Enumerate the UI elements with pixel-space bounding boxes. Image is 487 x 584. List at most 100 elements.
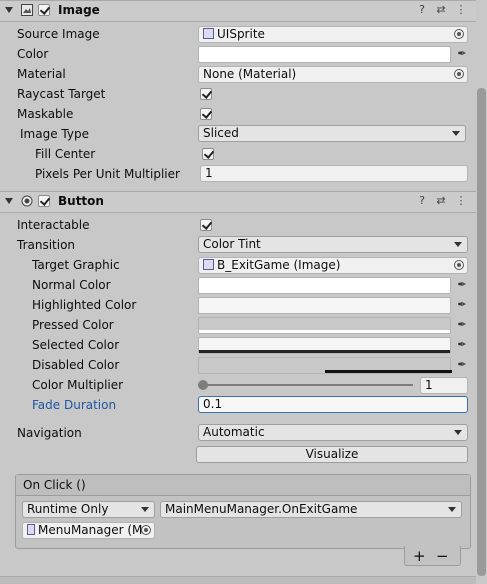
color-multiplier-slider-track[interactable] bbox=[203, 384, 413, 386]
image-type-label: Image Type bbox=[20, 127, 89, 141]
interactable-checkbox[interactable] bbox=[200, 219, 212, 231]
event-object-value: MenuManager (M bbox=[38, 523, 143, 537]
navigation-value: Automatic bbox=[203, 425, 265, 439]
material-value: None (Material) bbox=[203, 67, 297, 81]
target-graphic-field[interactable]: B_ExitGame (Image) bbox=[198, 257, 468, 274]
object-picker-icon[interactable] bbox=[141, 525, 151, 535]
selected-color-swatch[interactable] bbox=[198, 337, 451, 354]
button-component-title: Button bbox=[58, 194, 104, 208]
fade-duration-value: 0.1 bbox=[203, 397, 223, 411]
highlighted-color-swatch[interactable] bbox=[198, 297, 451, 314]
image-icon bbox=[203, 259, 214, 270]
ppu-multiplier-field[interactable]: 1 bbox=[200, 165, 468, 182]
eyedropper-icon[interactable]: ✒ bbox=[455, 338, 469, 352]
pressed-color-swatch[interactable] bbox=[198, 317, 451, 334]
selected-color-label: Selected Color bbox=[32, 338, 120, 352]
raycast-target-label: Raycast Target bbox=[17, 87, 106, 101]
eyedropper-icon[interactable]: ✒ bbox=[455, 298, 469, 312]
alpha-bar bbox=[325, 370, 452, 373]
fade-duration-label: Fade Duration bbox=[32, 398, 117, 412]
chevron-down-icon bbox=[454, 430, 462, 435]
script-icon bbox=[27, 524, 35, 535]
chevron-down-icon bbox=[141, 507, 149, 512]
preset-icon[interactable]: ⇄ bbox=[434, 194, 448, 208]
button-component-header[interactable]: Button ? ⇄ ⋮ bbox=[0, 191, 476, 213]
normal-color-swatch[interactable] bbox=[198, 277, 451, 294]
chevron-down-icon bbox=[448, 507, 456, 512]
sprite-icon bbox=[203, 28, 214, 39]
eyedropper-icon[interactable]: ✒ bbox=[455, 278, 469, 292]
maskable-label: Maskable bbox=[17, 107, 74, 121]
chevron-down-icon bbox=[454, 242, 462, 247]
eyedropper-icon[interactable]: ✒ bbox=[455, 318, 469, 332]
maskable-checkbox[interactable] bbox=[200, 108, 212, 120]
color-swatch[interactable] bbox=[198, 46, 451, 63]
event-list-buttons: + − bbox=[404, 546, 461, 566]
source-image-value: UISprite bbox=[217, 27, 265, 41]
transition-label: Transition bbox=[17, 238, 76, 252]
fill-center-checkbox[interactable] bbox=[202, 148, 214, 160]
button-enabled-checkbox[interactable] bbox=[38, 195, 50, 207]
alpha-bar bbox=[199, 330, 450, 333]
disabled-color-label: Disabled Color bbox=[32, 358, 120, 372]
collapse-arrow-icon[interactable] bbox=[5, 198, 13, 204]
collapse-arrow-icon[interactable] bbox=[5, 7, 13, 13]
function-dropdown[interactable]: MainMenuManager.OnExitGame bbox=[160, 501, 462, 518]
ppu-multiplier-value: 1 bbox=[205, 166, 213, 180]
chevron-down-icon bbox=[452, 131, 460, 136]
raycast-target-checkbox[interactable] bbox=[200, 88, 212, 100]
image-component-header[interactable]: Image ? ⇄ ⋮ bbox=[0, 0, 476, 22]
transition-value: Color Tint bbox=[203, 237, 261, 251]
object-picker-icon[interactable] bbox=[454, 69, 464, 79]
eyedropper-icon[interactable]: ✒ bbox=[455, 47, 469, 61]
remove-event-button[interactable]: − bbox=[436, 547, 449, 565]
ppu-multiplier-label: Pixels Per Unit Multiplier bbox=[35, 167, 180, 181]
on-click-title: On Click () bbox=[23, 478, 86, 492]
alpha-bar bbox=[199, 350, 450, 353]
navigation-dropdown[interactable]: Automatic bbox=[198, 424, 468, 441]
interactable-label: Interactable bbox=[17, 218, 90, 232]
function-value: MainMenuManager.OnExitGame bbox=[165, 502, 358, 516]
color-multiplier-value: 1 bbox=[425, 378, 433, 392]
disabled-color-swatch[interactable] bbox=[198, 357, 452, 374]
help-icon[interactable]: ? bbox=[415, 3, 429, 17]
navigation-label: Navigation bbox=[17, 426, 82, 440]
transition-dropdown[interactable]: Color Tint bbox=[198, 236, 468, 253]
pressed-color-label: Pressed Color bbox=[32, 318, 114, 332]
visualize-button[interactable]: Visualize bbox=[196, 446, 468, 463]
help-icon[interactable]: ? bbox=[415, 194, 429, 208]
image-enabled-checkbox[interactable] bbox=[38, 4, 50, 16]
fill-center-label: Fill Center bbox=[35, 147, 96, 161]
event-object-field[interactable]: MenuManager (M bbox=[22, 522, 155, 539]
target-graphic-label: Target Graphic bbox=[32, 258, 120, 272]
context-menu-icon[interactable]: ⋮ bbox=[454, 194, 468, 208]
source-image-label: Source Image bbox=[17, 27, 100, 41]
source-image-field[interactable]: UISprite bbox=[198, 26, 468, 43]
runtime-mode-dropdown[interactable]: Runtime Only bbox=[22, 501, 155, 518]
scrollbar-thumb[interactable] bbox=[477, 88, 486, 576]
image-type-dropdown[interactable]: Sliced bbox=[198, 125, 466, 142]
color-label: Color bbox=[17, 47, 49, 61]
add-event-button[interactable]: + bbox=[413, 547, 426, 565]
inspector-panel: Image ? ⇄ ⋮ Source Image UISprite Color … bbox=[0, 0, 476, 584]
material-field[interactable]: None (Material) bbox=[198, 66, 468, 83]
context-menu-icon[interactable]: ⋮ bbox=[454, 3, 468, 17]
on-click-event-panel: On Click () Runtime Only MainMenuManager… bbox=[15, 474, 471, 549]
highlighted-color-label: Highlighted Color bbox=[32, 298, 137, 312]
image-component-icon bbox=[21, 4, 33, 16]
eyedropper-icon[interactable]: ✒ bbox=[455, 358, 469, 372]
runtime-mode-value: Runtime Only bbox=[27, 502, 109, 516]
color-multiplier-slider-knob[interactable] bbox=[198, 380, 208, 390]
normal-color-label: Normal Color bbox=[32, 278, 111, 292]
object-picker-icon[interactable] bbox=[454, 260, 464, 270]
on-click-header: On Click () bbox=[16, 475, 470, 496]
button-component-icon bbox=[21, 195, 33, 207]
color-multiplier-field[interactable]: 1 bbox=[420, 377, 468, 394]
target-graphic-value: B_ExitGame (Image) bbox=[217, 258, 341, 272]
material-label: Material bbox=[17, 67, 66, 81]
image-type-value: Sliced bbox=[203, 126, 239, 140]
object-picker-icon[interactable] bbox=[454, 29, 464, 39]
preset-icon[interactable]: ⇄ bbox=[434, 3, 448, 17]
fade-duration-field[interactable]: 0.1 bbox=[198, 396, 468, 413]
color-multiplier-label: Color Multiplier bbox=[32, 378, 124, 392]
